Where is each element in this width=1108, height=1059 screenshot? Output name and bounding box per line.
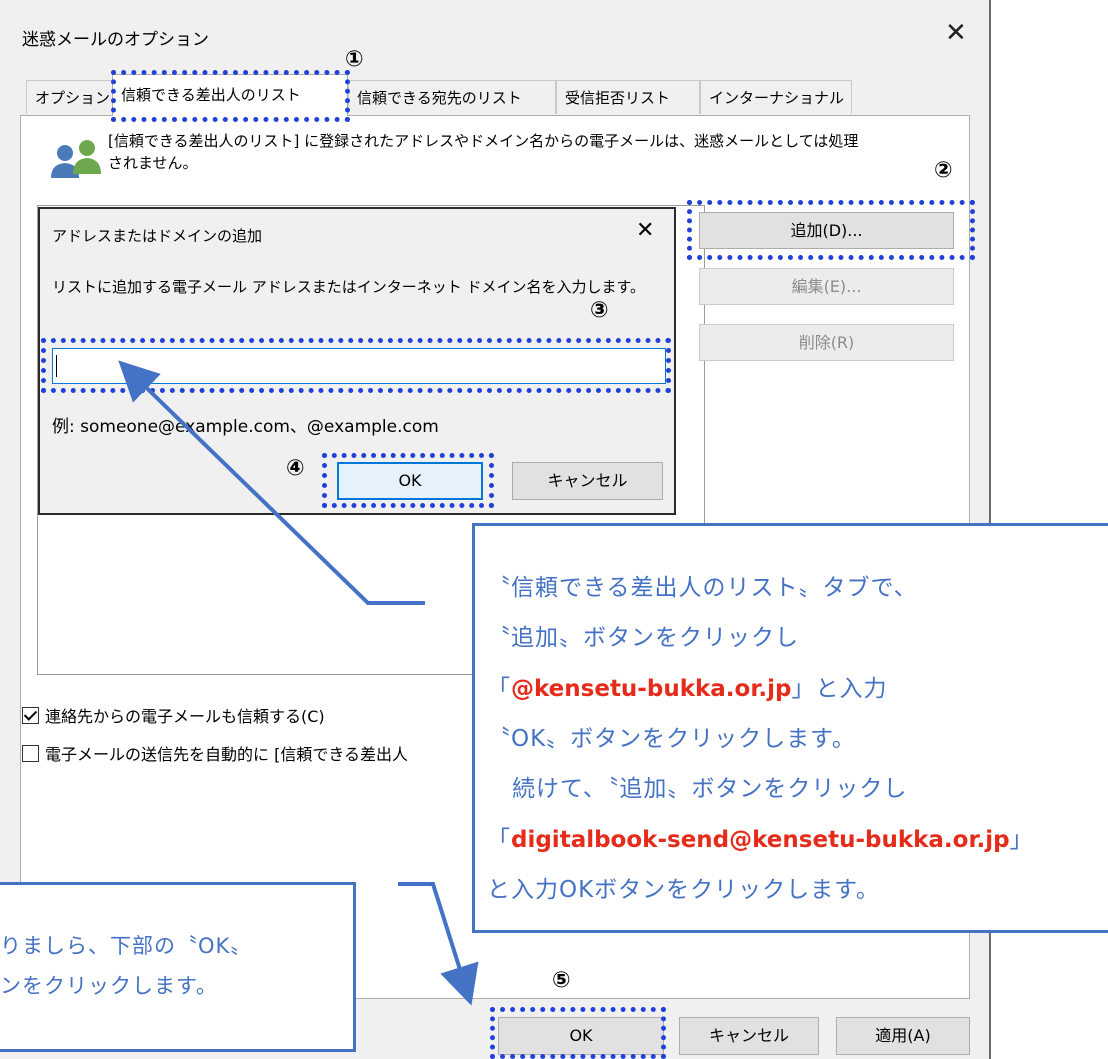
checkbox-label: 電子メールの送信先を自動的に [信頼できる差出人	[45, 745, 409, 764]
dialog-title: 迷惑メールのオプション	[22, 30, 209, 50]
sub-cancel-button[interactable]: キャンセル	[512, 462, 663, 500]
bottom-ok-callout	[0, 882, 356, 1052]
close-icon[interactable]: ✕	[636, 218, 654, 244]
domain-highlight: @kensetu-bukka.or.jp	[511, 676, 792, 702]
delete-button[interactable]: 削除(R)	[699, 324, 954, 361]
checkbox-label: 連絡先からの電子メールも信頼する(C)	[45, 707, 325, 726]
info-text: [信頼できる差出人のリスト] に登録されたアドレスやドメイン名からの電子メールは…	[108, 132, 859, 172]
highlight-ok-button	[490, 1007, 666, 1059]
example-text: 例: someone@example.com、@example.com	[52, 417, 439, 437]
callout-line: 〝OK〟ボタンをクリックします。	[487, 726, 856, 752]
close-icon[interactable]: ✕	[945, 18, 967, 48]
callout-line: と入力OKボタンをクリックします。	[487, 877, 880, 903]
people-icon	[51, 140, 101, 178]
sub-dialog-title: アドレスまたはドメインの追加	[52, 227, 263, 245]
auto-add-recipients-checkbox[interactable]: 電子メールの送信先を自動的に [信頼できる差出人	[22, 741, 408, 765]
apply-button[interactable]: 適用(A)	[836, 1017, 970, 1055]
step-number-5: ⑤	[552, 968, 571, 993]
tab-options[interactable]: オプション	[26, 80, 120, 114]
trust-contacts-checkbox[interactable]: 連絡先からの電子メールも信頼する(C)	[22, 703, 325, 727]
callout-line: りましら、下部の〝OK〟	[0, 934, 253, 958]
callout-line: 「digitalbook-send@kensetu-bukka.or.jp」	[487, 827, 1034, 853]
address-highlight: digitalbook-send@kensetu-bukka.or.jp	[511, 827, 1010, 853]
tab-international[interactable]: インターナショナル	[700, 80, 852, 114]
instruction-text: リストに追加する電子メール アドレスまたはインターネット ドメイン名を入力します…	[52, 278, 646, 296]
cancel-button[interactable]: キャンセル	[679, 1017, 819, 1055]
tab-safe-recipients[interactable]: 信頼できる宛先のリスト	[348, 80, 556, 114]
tab-blocked-senders[interactable]: 受信拒否リスト	[556, 80, 700, 114]
step-number-2: ②	[934, 158, 953, 183]
callout-line: 「@kensetu-bukka.or.jp」と入力	[487, 676, 888, 702]
step-number-1: ①	[345, 47, 364, 72]
checkbox-unchecked[interactable]	[22, 745, 39, 762]
callout-line: 〝信頼できる差出人のリスト〟タブで、	[487, 575, 918, 601]
highlight-add-button	[687, 200, 975, 260]
highlight-sub-ok	[322, 453, 494, 508]
edit-button[interactable]: 編集(E)...	[699, 268, 954, 305]
step-number-4: ④	[286, 456, 305, 481]
callout-line: 〝追加〟ボタンをクリックし	[487, 625, 799, 651]
callout-line: ンをクリックします。	[0, 974, 218, 998]
highlight-tab-safe-senders	[111, 70, 350, 122]
highlight-address-input	[41, 338, 671, 393]
step-number-3: ③	[590, 298, 609, 323]
callout-line: 続けて、〝追加〟ボタンをクリックし	[512, 776, 908, 802]
checkbox-checked[interactable]	[22, 707, 39, 724]
